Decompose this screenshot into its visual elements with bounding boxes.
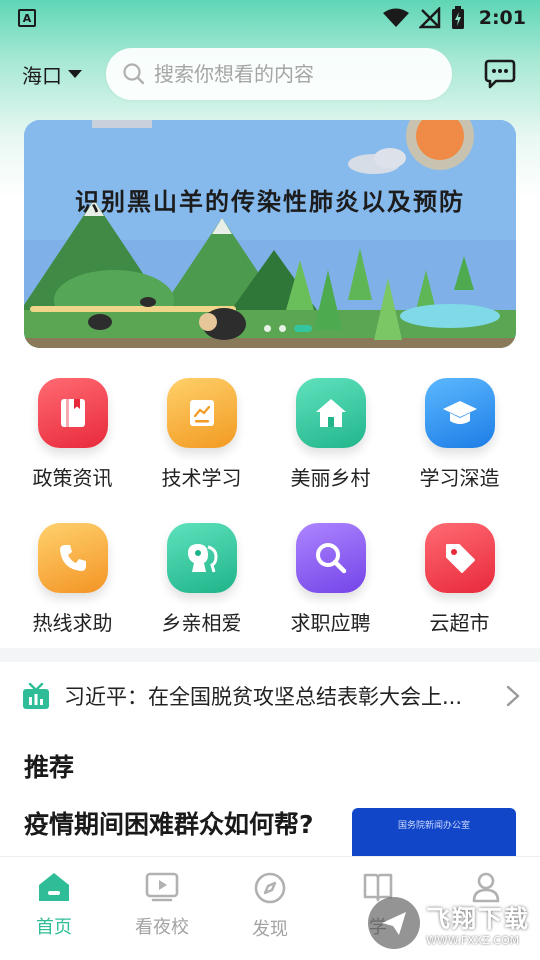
banner-carousel[interactable]: 识别黑山羊的传染性肺炎以及预防 bbox=[24, 120, 516, 348]
phone-icon bbox=[59, 545, 86, 571]
battery-charging-icon bbox=[451, 6, 464, 29]
compass-icon bbox=[254, 872, 286, 904]
category-icon-box bbox=[37, 523, 108, 593]
category-icon-box bbox=[295, 378, 366, 448]
chart-book-icon bbox=[189, 400, 214, 426]
ticker-headline[interactable]: 习近平：在全国脱贫攻坚总结表彰大会上... bbox=[64, 681, 492, 711]
watermark-logo bbox=[368, 897, 420, 949]
category-beautiful-village[interactable]: 美丽乡村 bbox=[266, 378, 395, 491]
category-icon-box bbox=[166, 378, 237, 448]
news-ticker[interactable]: 习近平：在全国脱贫攻坚总结表彰大会上... bbox=[0, 668, 540, 724]
article-title[interactable]: 疫情期间困难群众如何帮? bbox=[24, 808, 324, 842]
search-bar[interactable] bbox=[106, 48, 452, 100]
category-further-study[interactable]: 学习深造 bbox=[395, 378, 524, 491]
nav-home[interactable]: 首页 bbox=[0, 857, 108, 960]
carousel-dot[interactable] bbox=[279, 325, 286, 332]
nav-night-school[interactable]: 看夜校 bbox=[108, 857, 216, 960]
search-input[interactable] bbox=[154, 62, 434, 86]
category-label: 技术学习 bbox=[161, 466, 242, 490]
paper-plane-icon bbox=[382, 912, 406, 935]
people-icon bbox=[187, 544, 218, 573]
category-tech-learning[interactable]: 技术学习 bbox=[137, 378, 266, 491]
category-icon-box bbox=[424, 378, 495, 448]
recommend-section-title: 推荐 bbox=[24, 753, 75, 782]
graduation-cap-icon bbox=[442, 401, 477, 424]
thumbnail-caption: 国务院新闻办公室 bbox=[397, 821, 470, 831]
no-signal-icon bbox=[418, 7, 440, 29]
category-icon-box bbox=[166, 523, 237, 593]
category-job-seeking[interactable]: 求职应聘 bbox=[266, 523, 395, 636]
category-hotline[interactable]: 热线求助 bbox=[8, 523, 137, 636]
nav-discover[interactable]: 发现 bbox=[216, 857, 324, 960]
message-button[interactable] bbox=[482, 56, 518, 92]
app-notification-icon: A bbox=[18, 9, 36, 27]
home-icon bbox=[315, 399, 346, 427]
category-policy-news[interactable]: 政策资讯 bbox=[8, 378, 137, 491]
wifi-icon bbox=[382, 8, 409, 27]
watermark-url: WWW.FXXZ.COM bbox=[426, 934, 520, 947]
status-time: 2:01 bbox=[478, 7, 526, 29]
chevron-right-icon[interactable] bbox=[506, 685, 520, 707]
status-bar: A 2:01 bbox=[0, 0, 540, 36]
city-label: 海口 bbox=[22, 63, 62, 88]
banner-title: 识别黑山羊的传染性肺炎以及预防 bbox=[75, 187, 465, 216]
watermark-brand: 飞翔下载 bbox=[426, 905, 530, 933]
category-grid: 政策资讯 技术学习 美丽乡村 学习深造 热线求助 乡亲相爱 求职应聘 云超市 bbox=[0, 378, 540, 636]
watermark: 飞翔下载 WWW.FXXZ.COM bbox=[368, 890, 538, 956]
video-icon bbox=[145, 872, 179, 902]
book-icon bbox=[60, 399, 85, 427]
section-divider bbox=[0, 648, 540, 662]
search-icon bbox=[315, 543, 346, 574]
category-neighbors[interactable]: 乡亲相爱 bbox=[137, 523, 266, 636]
category-label: 政策资讯 bbox=[32, 466, 113, 490]
header: 海口 bbox=[0, 46, 540, 102]
caret-down-icon bbox=[68, 70, 82, 78]
tag-icon bbox=[445, 544, 475, 573]
category-label: 乡亲相爱 bbox=[161, 611, 242, 635]
category-icon-box bbox=[37, 378, 108, 448]
category-label: 求职应聘 bbox=[290, 611, 371, 635]
carousel-dot-active[interactable] bbox=[294, 325, 312, 332]
home-icon bbox=[39, 873, 69, 901]
category-icon-box bbox=[295, 523, 366, 593]
category-label: 美丽乡村 bbox=[290, 466, 371, 490]
carousel-indicator bbox=[264, 325, 312, 332]
carousel-dot[interactable] bbox=[264, 325, 271, 332]
city-selector[interactable]: 海口 bbox=[22, 60, 106, 89]
nav-label: 看夜校 bbox=[135, 917, 189, 938]
banner-illustration bbox=[24, 120, 516, 348]
category-cloud-market[interactable]: 云超市 bbox=[395, 523, 524, 636]
category-label: 学习深造 bbox=[419, 466, 500, 490]
nav-label: 发现 bbox=[252, 919, 288, 940]
tv-news-icon bbox=[23, 682, 49, 709]
category-label: 云超市 bbox=[429, 611, 490, 635]
chat-icon bbox=[484, 59, 516, 89]
nav-label: 首页 bbox=[36, 917, 72, 938]
category-icon-box bbox=[424, 523, 495, 593]
category-label: 热线求助 bbox=[32, 611, 113, 635]
search-icon bbox=[123, 63, 145, 85]
